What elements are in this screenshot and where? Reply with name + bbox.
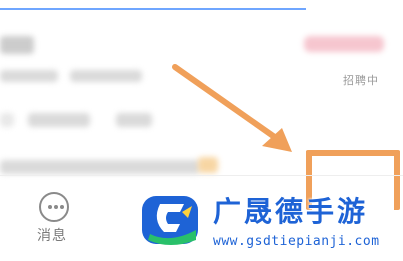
- tabbar-divider: [0, 175, 403, 176]
- site-url: www.gsdtiepianji.com: [213, 234, 380, 249]
- site-logo-icon: [142, 196, 198, 245]
- message-icon: [39, 192, 69, 222]
- tab-messages-label: 消息: [37, 228, 67, 244]
- site-name: 广晟德手游: [213, 195, 369, 228]
